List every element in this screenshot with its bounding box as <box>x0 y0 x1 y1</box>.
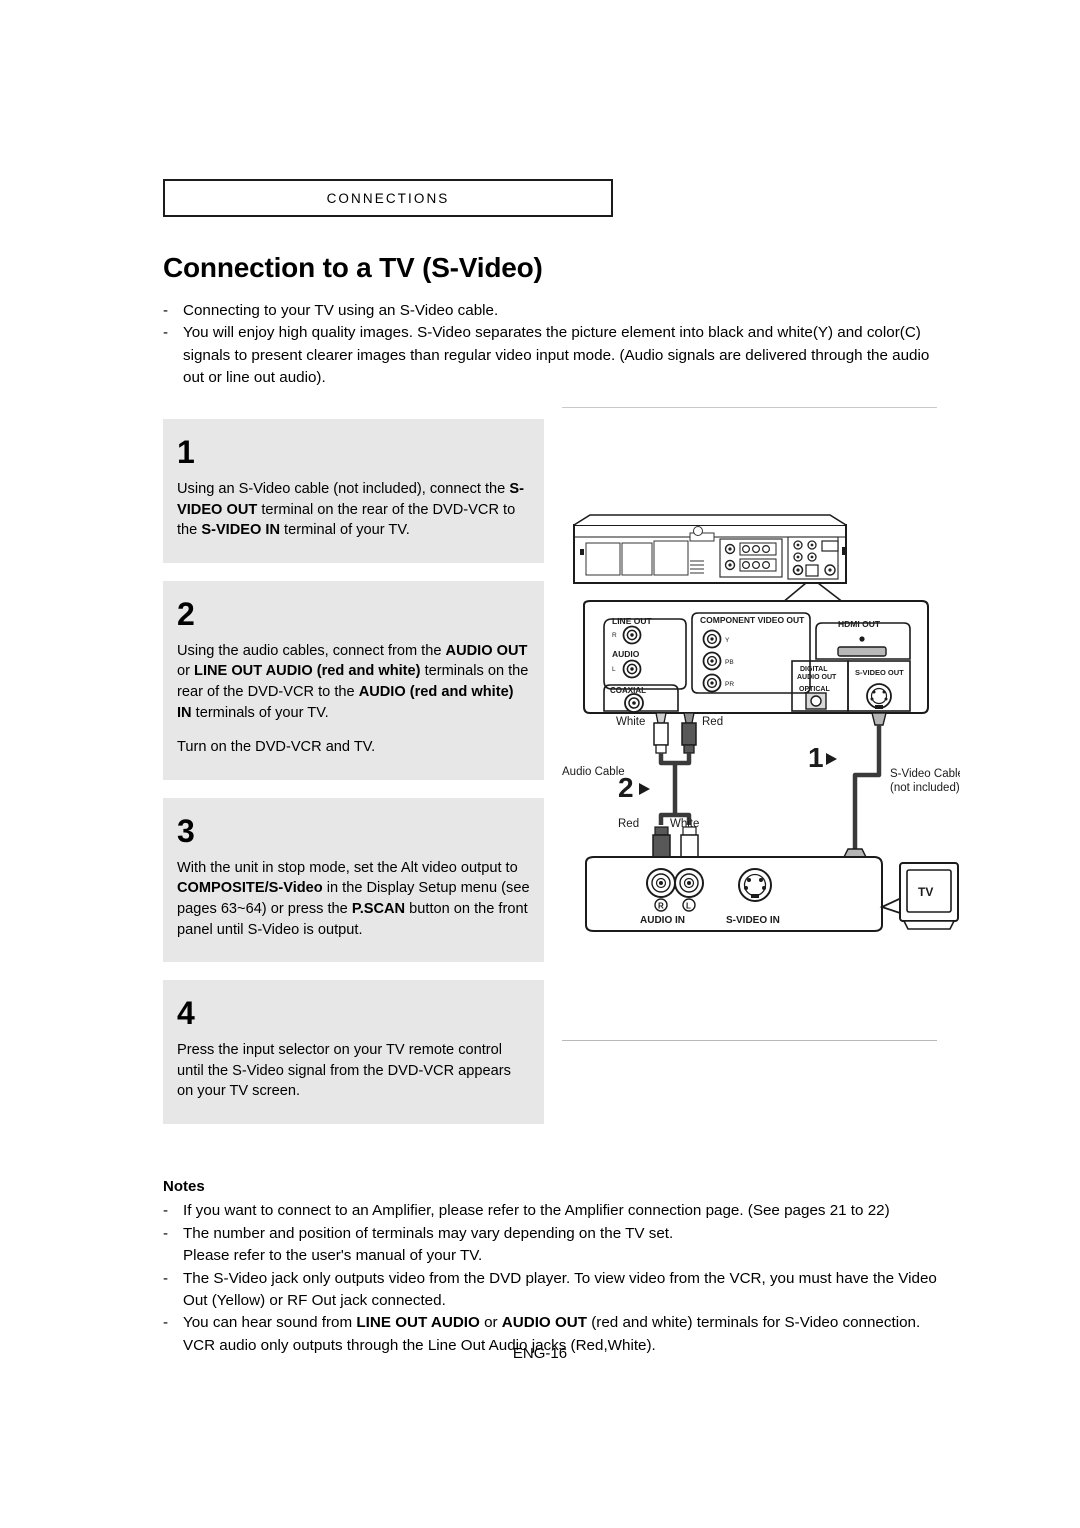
step-paragraph: Using the audio cables, connect from the… <box>177 642 529 721</box>
chapter-label: CONNECTIONS <box>326 190 450 206</box>
label-component-pb: PB <box>725 659 734 666</box>
svg-text:2: 2 <box>618 772 634 803</box>
note-bullet: - The S-Video jack only outputs video fr… <box>163 1268 953 1313</box>
intro-bullet: - Connecting to your TV using an S-Video… <box>163 300 953 322</box>
bullet-dash: - <box>163 1269 169 1287</box>
tv-label-s-video-in: S-VIDEO IN <box>726 915 780 926</box>
bullet-dash: - <box>163 302 169 319</box>
note-bullet-text: If you want to connect to an Amplifier, … <box>183 1202 890 1220</box>
marker-1: 1 <box>808 742 837 773</box>
bullet-dash: - <box>163 1202 169 1220</box>
label-component-video-out: COMPONENT VIDEO OUT <box>700 615 805 625</box>
manual-page: CONNECTIONS Connection to a TV (S-Video)… <box>0 0 1080 1528</box>
bullet-dash: - <box>163 324 169 342</box>
notes-section: Notes - If you want to connect to an Amp… <box>163 1176 953 1357</box>
page-title: Connection to a TV (S-Video) <box>163 252 543 283</box>
label-hdmi-out: HDMI OUT <box>838 619 881 629</box>
intro-bullet: - You will enjoy high quality images. S-… <box>163 322 953 389</box>
s-video-cable-path <box>852 725 882 849</box>
diagram-divider-top <box>562 407 937 408</box>
step-box-1: 1 Using an S-Video cable (not included),… <box>163 419 544 563</box>
label-s-video-out: S-VIDEO OUT <box>855 668 904 677</box>
label-digital-audio-out-1: DIGITAL <box>800 666 828 673</box>
marker-2: 2 <box>618 772 650 803</box>
step-number: 1 <box>177 434 195 470</box>
audio-plug-white-top <box>653 712 669 754</box>
cable-label-top-white: White <box>616 716 645 728</box>
label-audio-r: R <box>612 632 617 639</box>
cable-label-bottom-red: Red <box>618 818 639 830</box>
cable-label-top-red: Red <box>702 716 723 728</box>
tv-jack-label-r: R <box>658 902 664 911</box>
step-box-3: 3 With the unit in stop mode, set the Al… <box>163 797 544 963</box>
step-number: 3 <box>177 812 195 849</box>
label-optical: OPTICAL <box>799 686 830 693</box>
step-text: Using the audio cables, connect from the… <box>177 641 530 758</box>
bullet-dash: - <box>163 1224 169 1242</box>
note-bullet: - If you want to connect to an Amplifier… <box>163 1200 953 1222</box>
diagram-divider-bottom <box>562 1040 937 1041</box>
label-audio: AUDIO <box>612 649 640 659</box>
step-paragraph: Press the input selector on your TV remo… <box>177 1042 511 1100</box>
rear-panel-detail: LINE OUT R AUDIO L COAXIAL COMPONENT VID… <box>583 600 929 714</box>
label-line-out: LINE OUT <box>612 616 652 626</box>
label-coaxial: COAXIAL <box>610 686 646 695</box>
label-digital-audio-out-2: AUDIO OUT <box>797 674 837 681</box>
step-text: Using an S-Video cable (not included), c… <box>177 479 530 541</box>
chapter-header-box: CONNECTIONS <box>163 179 613 217</box>
notes-title: Notes <box>163 1178 205 1195</box>
tv-illustration: TV <box>899 862 959 930</box>
step-number: 4 <box>177 995 195 1032</box>
dvd-vcr-rear-chassis <box>573 514 847 584</box>
step-text: Press the input selector on your TV remo… <box>177 1040 530 1102</box>
step-paragraph: Using an S-Video cable (not included), c… <box>177 481 524 539</box>
intro-list: - Connecting to your TV using an S-Video… <box>163 300 953 390</box>
tv-jack-label-l: L <box>686 902 691 911</box>
note-bullet-text: The number and position of terminals may… <box>183 1224 674 1265</box>
audio-plug-red-top <box>681 712 697 754</box>
svg-text:1: 1 <box>808 742 824 773</box>
label-component-y: Y <box>725 637 730 644</box>
cable-label-audio-cable: Audio Cable <box>562 766 625 778</box>
intro-bullet-text: You will enjoy high quality images. S-Vi… <box>183 324 930 387</box>
audio-cable-path <box>658 753 692 825</box>
step-box-2: 2 Using the audio cables, connect from t… <box>163 580 544 780</box>
step-paragraph: Turn on the DVD-VCR and TV. <box>177 739 376 756</box>
page-footer: ENG-16 <box>512 1345 568 1362</box>
note-bullet-text: The S-Video jack only outputs video from… <box>183 1269 937 1310</box>
s-video-plug-top <box>871 712 887 726</box>
cable-label-s-video-cable-1: S-Video Cable <box>890 768 960 780</box>
cable-label-s-video-cable-2: (not included) <box>890 782 960 794</box>
note-bullet: - The number and position of terminals m… <box>163 1223 953 1268</box>
step-paragraph: With the unit in stop mode, set the Alt … <box>177 859 530 938</box>
connection-diagram: LINE OUT R AUDIO L COAXIAL COMPONENT VID… <box>560 415 960 935</box>
step-box-4: 4 Press the input selector on your TV re… <box>163 980 544 1124</box>
tv-input-panel: R L AUDIO IN S-VIDEO IN <box>585 856 913 932</box>
tv-label: TV <box>918 885 933 899</box>
intro-bullet-text: Connecting to your TV using an S-Video c… <box>183 302 499 319</box>
step-number: 2 <box>177 595 195 632</box>
label-audio-l: L <box>612 666 616 673</box>
label-component-pr: PR <box>725 681 734 688</box>
tv-label-audio-in: AUDIO IN <box>640 915 685 926</box>
step-text: With the unit in stop mode, set the Alt … <box>177 858 530 940</box>
step-list: 1 Using an S-Video cable (not included),… <box>163 419 544 1124</box>
